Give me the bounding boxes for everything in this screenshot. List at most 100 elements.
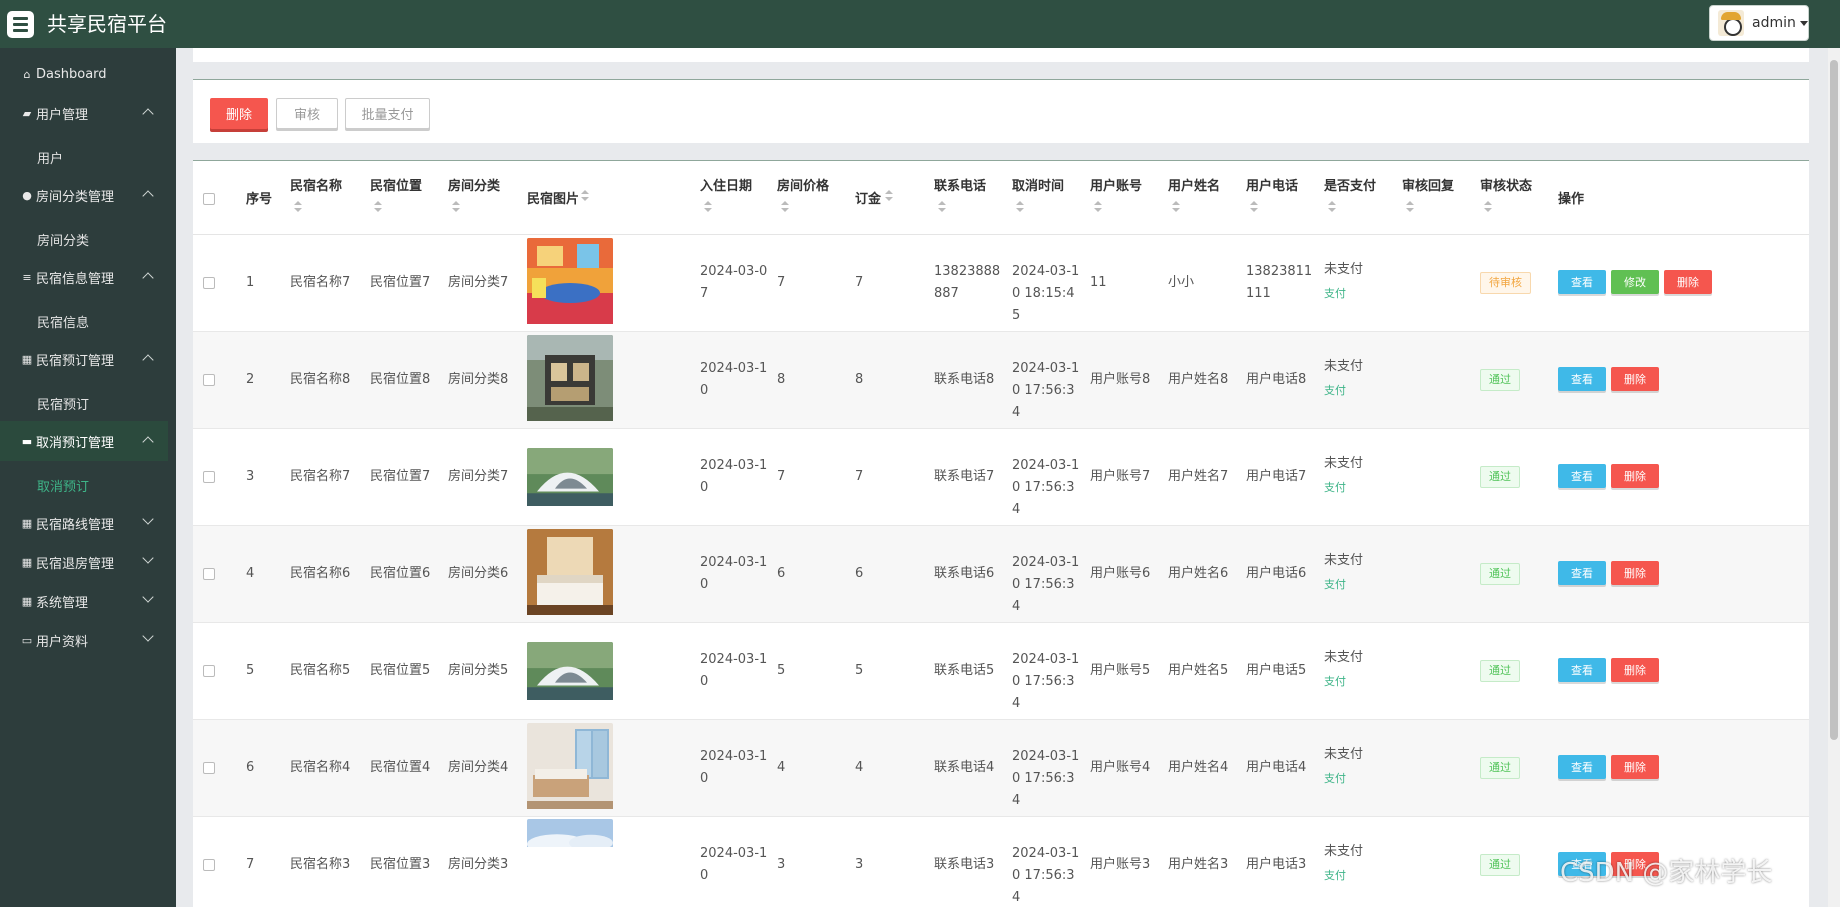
column-header-status[interactable]: 审核状态 [1480, 175, 1532, 194]
sidebar-item-8[interactable]: ▦ 系统管理 [0, 581, 168, 621]
column-header-account[interactable]: 用户账号 [1090, 175, 1142, 194]
view-button[interactable]: 查看 [1558, 367, 1606, 391]
sort-icon[interactable] [1094, 201, 1102, 213]
column-header-checkin[interactable]: 入住日期 [700, 175, 752, 194]
homestay-image[interactable] [527, 529, 613, 619]
sort-icon[interactable] [581, 190, 589, 202]
view-button[interactable]: 查看 [1558, 464, 1606, 488]
column-header-reply[interactable]: 审核回复 [1402, 175, 1454, 194]
column-header-category[interactable]: 房间分类 [448, 175, 500, 194]
sidebar-item-2[interactable]: ● 房间分类管理 [0, 175, 168, 215]
cell-username: 用户姓名7 [1168, 469, 1229, 484]
scrollbar-thumb[interactable] [1830, 60, 1838, 740]
sidebar-subitem-3[interactable]: 民宿信息 [37, 312, 89, 331]
sort-icon[interactable] [1328, 201, 1336, 213]
column-header-phone[interactable]: 联系电话 [934, 175, 986, 194]
view-button[interactable]: 查看 [1558, 658, 1606, 682]
homestay-image[interactable] [527, 642, 613, 704]
row-checkbox[interactable] [203, 665, 215, 677]
row-checkbox[interactable] [203, 762, 215, 774]
homestay-image[interactable] [527, 723, 613, 813]
sidebar-item-label: 取消预订管理 [36, 435, 115, 451]
column-header-paid[interactable]: 是否支付 [1324, 175, 1376, 194]
view-button[interactable]: 查看 [1558, 270, 1606, 294]
sort-icon[interactable] [781, 201, 789, 213]
sidebar-subitem-1[interactable]: 用户 [37, 148, 63, 167]
sort-icon[interactable] [1250, 201, 1258, 213]
column-header-username[interactable]: 用户姓名 [1168, 175, 1220, 194]
column-header-price[interactable]: 房间价格 [777, 175, 829, 194]
sidebar-subitem-5[interactable]: 取消预订 [37, 476, 89, 495]
sort-icon[interactable] [938, 201, 946, 213]
column-header-cancel-time[interactable]: 取消时间 [1012, 175, 1064, 194]
row-checkbox[interactable] [203, 277, 215, 289]
pay-link[interactable]: 支付 [1324, 380, 1346, 402]
table-row: 4 民宿名称6 民宿位置6 房间分类6 2024-03-10 6 6 联系电话6 2024-03… [193, 526, 1809, 623]
select-all-checkbox[interactable] [203, 193, 215, 205]
cell-deposit: 6 [855, 566, 864, 581]
sidebar-subitem-2[interactable]: 房间分类 [37, 230, 89, 249]
sort-icon[interactable] [452, 201, 460, 213]
column-header-location[interactable]: 民宿位置 [370, 175, 422, 194]
status-badge: 通过 [1480, 854, 1520, 876]
cell-account: 用户账号5 [1090, 663, 1151, 678]
sidebar-item-3[interactable]: ≡ 民宿信息管理 [0, 257, 168, 297]
pay-link[interactable]: 支付 [1324, 671, 1346, 693]
menu-toggle-icon[interactable] [7, 11, 34, 38]
pay-link[interactable]: 支付 [1324, 768, 1346, 790]
scrollbar[interactable] [1828, 48, 1840, 907]
homestay-image[interactable] [527, 335, 613, 425]
delete-button[interactable]: 删除 [1611, 464, 1659, 488]
pay-link[interactable]: 支付 [1324, 574, 1346, 596]
sidebar-subitem-4[interactable]: 民宿预订 [37, 394, 89, 413]
sidebar-item-0[interactable]: ⌂ Dashboard [0, 54, 168, 94]
edit-button[interactable]: 修改 [1611, 270, 1659, 294]
cell-index: 2 [246, 372, 255, 387]
column-header-name[interactable]: 民宿名称 [290, 175, 342, 194]
delete-button[interactable]: 删除 [1611, 658, 1659, 682]
pay-link[interactable]: 支付 [1324, 477, 1346, 499]
sort-icon[interactable] [885, 190, 893, 202]
audit-button[interactable]: 审核 [276, 98, 338, 129]
batch-pay-button[interactable]: 批量支付 [345, 98, 430, 129]
delete-button[interactable]: 删除 [210, 98, 268, 129]
homestay-image[interactable] [527, 238, 613, 328]
row-checkbox[interactable] [203, 568, 215, 580]
sidebar-item-4[interactable]: ▦ 民宿预订管理 [0, 339, 168, 379]
view-button[interactable]: 查看 [1558, 561, 1606, 585]
sidebar-item-7[interactable]: ▦ 民宿退房管理 [0, 542, 168, 582]
sort-icon[interactable] [1406, 201, 1414, 213]
cell-account: 用户账号7 [1090, 469, 1151, 484]
homestay-image[interactable] [527, 819, 613, 851]
delete-button[interactable]: 删除 [1611, 561, 1659, 585]
sort-icon[interactable] [1484, 201, 1492, 213]
sidebar-item-6[interactable]: ▦ 民宿路线管理 [0, 503, 168, 543]
delete-button[interactable]: 删除 [1611, 367, 1659, 391]
pay-link[interactable]: 支付 [1324, 283, 1346, 305]
cell-username: 用户姓名4 [1168, 760, 1229, 775]
row-checkbox[interactable] [203, 859, 215, 871]
delete-button[interactable]: 删除 [1611, 755, 1659, 779]
sidebar-item-1[interactable]: ▰ 用户管理 [0, 93, 168, 133]
sort-icon[interactable] [1172, 201, 1180, 213]
sort-icon[interactable] [294, 201, 302, 213]
sidebar-item-5[interactable]: ▬ 取消预订管理 [0, 421, 168, 461]
grid-icon: ▦ [21, 516, 33, 530]
sort-icon[interactable] [704, 201, 712, 213]
sidebar-item-9[interactable]: ▭ 用户资料 [0, 620, 168, 660]
delete-button[interactable]: 删除 [1664, 270, 1712, 294]
sort-icon[interactable] [374, 201, 382, 213]
column-header-user-phone[interactable]: 用户电话 [1246, 175, 1298, 194]
cell-phone: 联系电话6 [934, 566, 995, 581]
column-header-deposit[interactable]: 订金 [855, 188, 881, 207]
column-header-image[interactable]: 民宿图片 [527, 188, 579, 207]
user-menu-button[interactable]: admin [1709, 5, 1809, 41]
row-checkbox[interactable] [203, 374, 215, 386]
cell-price: 7 [777, 469, 786, 484]
cell-location: 民宿位置5 [370, 663, 431, 678]
view-button[interactable]: 查看 [1558, 755, 1606, 779]
sort-icon[interactable] [1016, 201, 1024, 213]
homestay-image[interactable] [527, 448, 613, 510]
pay-link[interactable]: 支付 [1324, 865, 1346, 887]
row-checkbox[interactable] [203, 471, 215, 483]
